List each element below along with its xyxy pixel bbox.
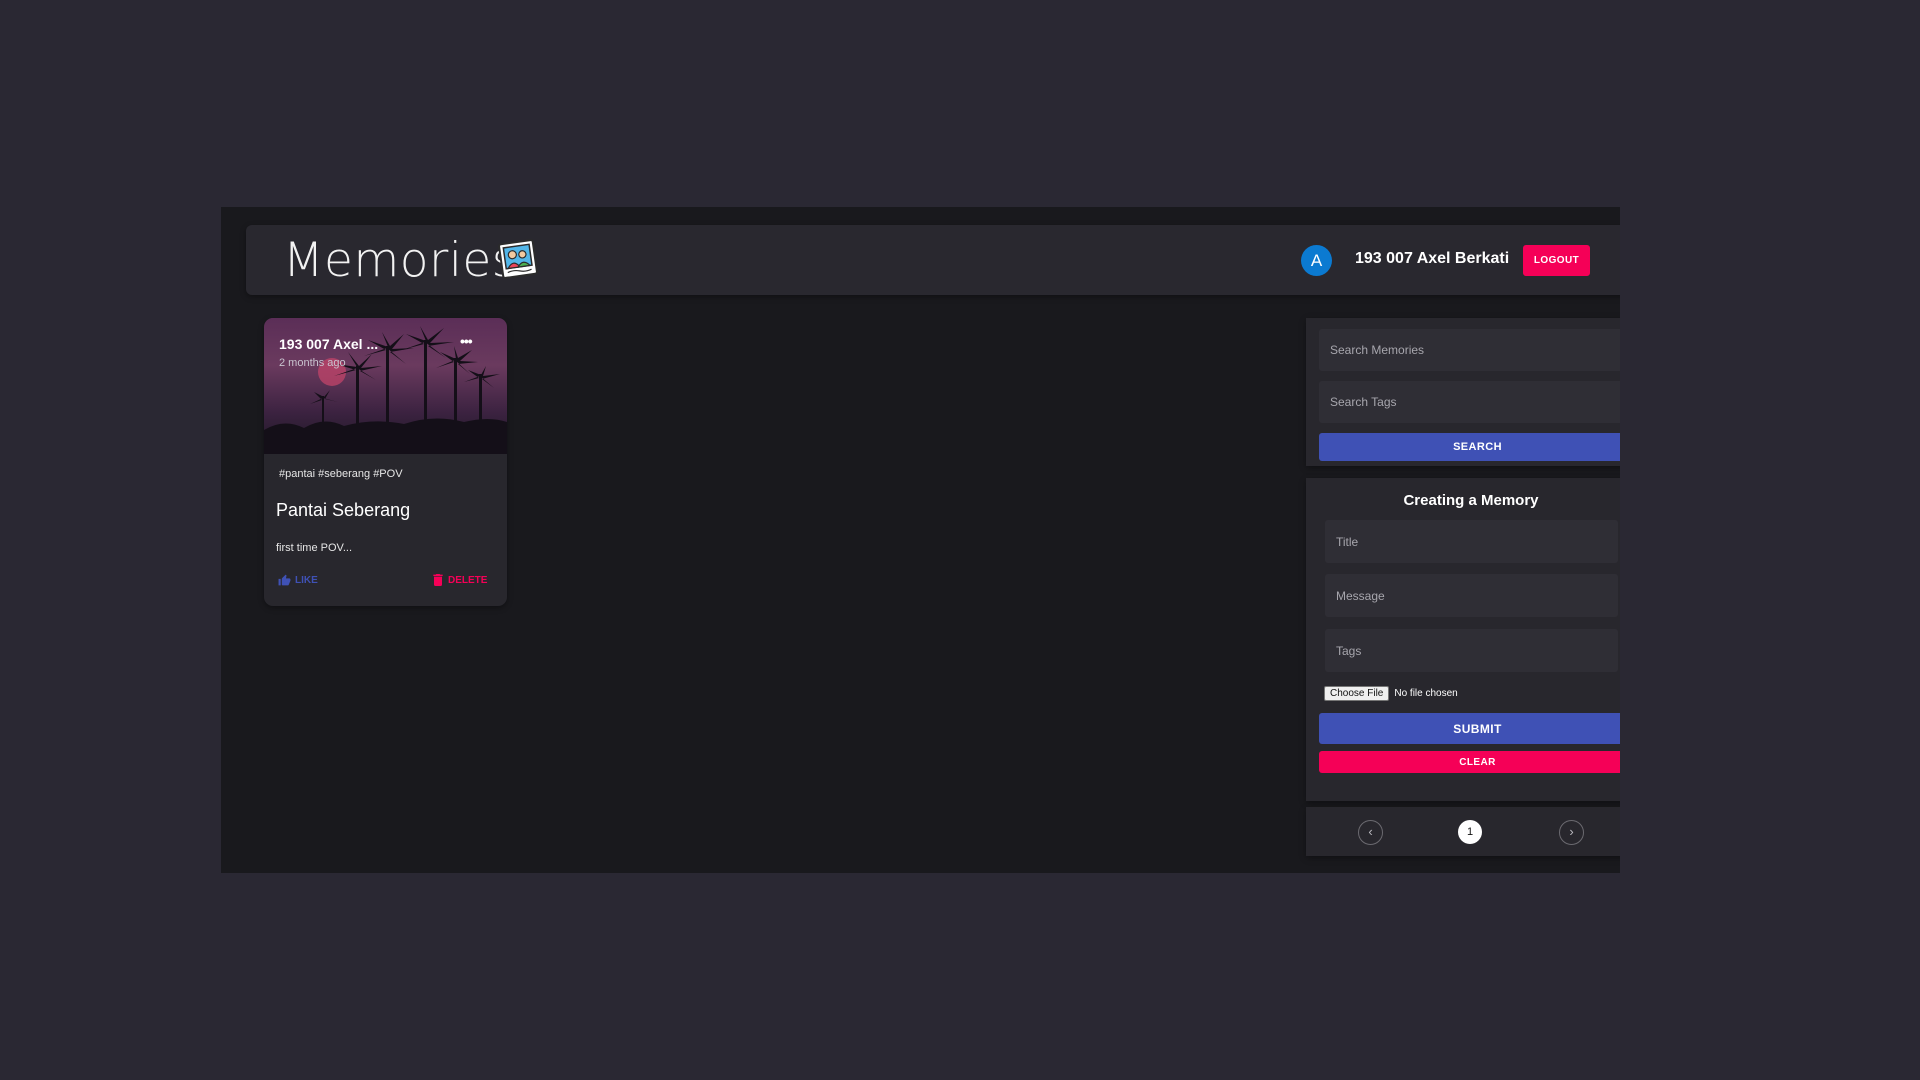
memory-form: Creating a Memory Title Message Tags Cho… [1306, 478, 1620, 801]
delete-label: DELETE [448, 574, 488, 586]
app-bar: Memories A 193 007 Axel Berkati LOGOUT [246, 225, 1620, 295]
search-button[interactable]: SEARCH [1319, 433, 1620, 461]
form-heading: Creating a Memory [1403, 492, 1539, 509]
avatar[interactable]: A [1301, 245, 1332, 276]
chevron-left-icon[interactable]: ‹ [1358, 820, 1383, 845]
clear-button[interactable]: CLEAR [1319, 751, 1620, 773]
message-field[interactable]: Message [1325, 574, 1618, 617]
more-horiz-icon[interactable]: ••• [460, 333, 473, 349]
post-image: 193 007 Axel ... 2 months ago ••• [264, 318, 507, 454]
file-status: No file chosen [1394, 688, 1458, 699]
title-field[interactable]: Title [1325, 520, 1618, 563]
search-tags-input[interactable]: Search Tags [1319, 381, 1620, 423]
post-card[interactable]: 193 007 Axel ... 2 months ago ••• #panta… [264, 318, 507, 606]
trash-icon [433, 574, 443, 586]
choose-file-button[interactable]: Choose File [1324, 686, 1390, 701]
post-message: first time POV... [276, 542, 353, 554]
file-input: Choose File No file chosen [1324, 686, 1458, 701]
post-author: 193 007 Axel ... [279, 336, 379, 352]
tags-field[interactable]: Tags [1325, 629, 1618, 672]
pagination: ‹ 1 › [1306, 807, 1620, 856]
post-title: Pantai Seberang [276, 500, 411, 520]
like-label: LIKE [295, 574, 318, 586]
like-button[interactable]: LIKE [278, 574, 318, 586]
user-name: 193 007 Axel Berkati [1355, 250, 1510, 267]
delete-button[interactable]: DELETE [433, 574, 487, 586]
chevron-right-icon[interactable]: › [1559, 820, 1584, 845]
search-panel: Search Memories Search Tags SEARCH [1306, 318, 1620, 466]
thumb-up-icon [278, 574, 291, 586]
app-container: Memories A 193 007 Axel Berkati LOGOUT 1… [221, 207, 1620, 873]
submit-button[interactable]: SUBMIT [1319, 713, 1620, 744]
search-memories-input[interactable]: Search Memories [1319, 329, 1620, 371]
photo-memories-icon [496, 237, 540, 281]
logout-button[interactable]: LOGOUT [1523, 245, 1590, 276]
brand-title[interactable]: Memories [283, 233, 517, 288]
post-timestamp: 2 months ago [279, 357, 346, 369]
post-tags: #pantai #seberang #POV [279, 468, 403, 480]
page-button-current[interactable]: 1 [1458, 820, 1482, 844]
